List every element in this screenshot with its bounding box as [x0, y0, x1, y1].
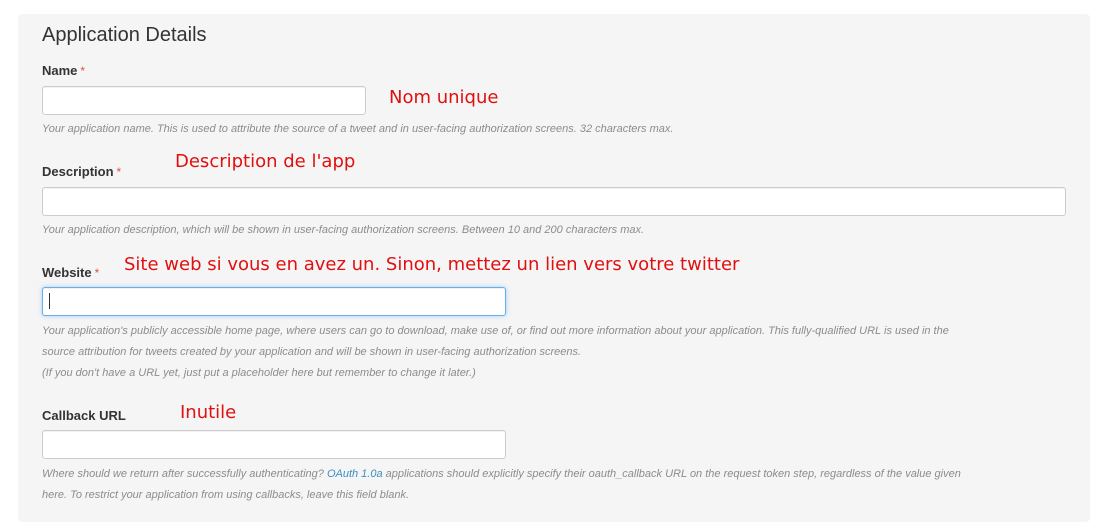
required-marker: * — [116, 165, 122, 179]
description-label-text: Description — [42, 164, 114, 179]
required-marker: * — [94, 266, 100, 280]
callback-help-prefix: Where should we return after successfull… — [42, 468, 327, 480]
description-label: Description * — [42, 164, 121, 179]
website-label: Website * — [42, 265, 99, 280]
name-help-text: Your application name. This is used to a… — [42, 123, 674, 135]
website-help-text-line2: source attribution for tweets created by… — [42, 346, 582, 358]
callback-url-input[interactable] — [42, 430, 506, 459]
website-help-text-line1: Your application's publicly accessible h… — [42, 325, 949, 337]
section-title: Application Details — [42, 24, 207, 46]
website-help-text-line3: (If you don't have a URL yet, just put a… — [42, 367, 476, 379]
oauth-link[interactable]: OAuth 1.0a — [327, 468, 383, 480]
website-label-text: Website — [42, 265, 92, 280]
description-help-text: Your application description, which will… — [42, 224, 645, 236]
callback-url-label: Callback URL — [42, 408, 126, 423]
name-annotation: Nom unique — [389, 87, 499, 108]
website-annotation: Site web si vous en avez un. Sinon, mett… — [124, 254, 740, 275]
text-cursor — [49, 293, 50, 309]
name-input[interactable] — [42, 86, 366, 115]
description-annotation: Description de l'app — [175, 151, 356, 172]
callback-help-text-line1: Where should we return after successfull… — [42, 464, 961, 485]
name-label-text: Name — [42, 63, 78, 78]
name-label: Name * — [42, 63, 85, 78]
callback-help-text-line2: here. To restrict your application from … — [42, 489, 410, 501]
callback-help-suffix: applications should explicitly specify t… — [382, 468, 961, 480]
required-marker: * — [80, 64, 86, 78]
description-input[interactable] — [42, 187, 1066, 216]
callback-annotation: Inutile — [180, 402, 237, 423]
website-input[interactable] — [42, 287, 506, 316]
